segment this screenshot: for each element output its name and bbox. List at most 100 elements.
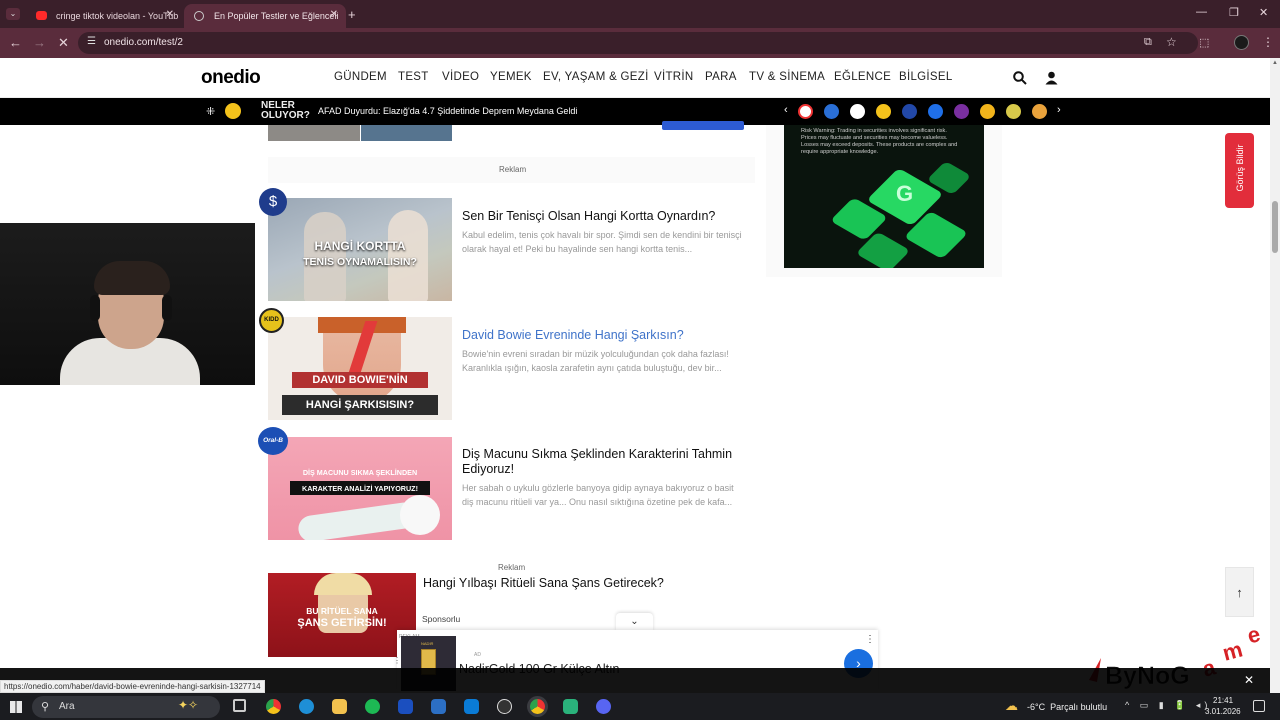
sponsored-title[interactable]: Hangi Yılbaşı Ritüeli Sana Şans Getirece… (423, 576, 664, 591)
menu-test[interactable]: TEST (398, 71, 429, 83)
sidebar-ad[interactable]: Risk Warning: Trading in securities invo… (784, 125, 984, 268)
search-icon[interactable] (1013, 71, 1027, 85)
brand-bubble-icon[interactable] (876, 104, 891, 119)
close-tab-icon[interactable]: ✕ (330, 9, 338, 20)
forward-icon[interactable]: → (33, 35, 46, 50)
scroll-thumb[interactable] (1272, 201, 1278, 253)
address-bar[interactable]: ☰ onedio.com/test/2 (78, 32, 1198, 54)
brand-badge-icon[interactable]: KIDD (259, 308, 284, 333)
brand-bubble-icon[interactable] (1032, 104, 1047, 119)
menu-yemek[interactable]: YEMEK (490, 71, 532, 83)
grid-menu-icon[interactable]: ⁜ (206, 105, 215, 118)
address-toolbar: ← → ✕ ☰ onedio.com/test/2 ⧉ ☆ ⬚ ⋮ (0, 28, 1280, 58)
quiz-title[interactable]: Sen Bir Tenisçi Olsan Hangi Kortta Oynar… (462, 209, 715, 224)
task-view-icon[interactable] (233, 699, 246, 712)
app-icon[interactable] (398, 699, 413, 714)
site-logo[interactable]: onedio (201, 67, 261, 89)
brand-bubble-icon[interactable] (954, 104, 969, 119)
quiz-title[interactable]: David Bowie Evreninde Hangi Şarkısın? (462, 328, 684, 343)
scroll-up-icon[interactable]: ▲ (1272, 60, 1278, 66)
sponsored-thumbnail[interactable]: BU RİTÜEL SANA ŞANS GETİRSİN! (268, 573, 416, 657)
profile-avatar[interactable] (1234, 35, 1249, 50)
close-tab-icon[interactable]: ✕ (166, 9, 174, 20)
chrome-icon[interactable] (266, 699, 281, 714)
brand-bubble-icon[interactable] (928, 104, 943, 119)
menu-tv-sinema[interactable]: TV & SİNEMA (749, 71, 825, 83)
tray-icons[interactable]: ^ ▭ ▮ 🔋 ◂) (1125, 700, 1211, 711)
scroll-to-top-button[interactable]: ↑ (1225, 567, 1254, 617)
ticker-next-icon[interactable]: › (1057, 104, 1061, 116)
restore-icon[interactable]: ❐ (1229, 6, 1239, 19)
tab-search-icon[interactable]: ⌄ (6, 8, 20, 20)
brand-bubble-icon[interactable] (850, 104, 865, 119)
ticker-prev-icon[interactable]: ‹ (784, 104, 788, 116)
taskbar-search-placeholder: Ara (59, 701, 75, 712)
app-icon[interactable] (431, 699, 446, 714)
menu-bilgisel[interactable]: BİLGİSEL (899, 71, 953, 83)
quiz-thumbnail[interactable]: DAVID BOWIE'NİN HANGİ ŞARKISISIN? (268, 317, 452, 420)
app-icon[interactable] (563, 699, 578, 714)
brand-badge-icon[interactable]: Oral-B (258, 427, 288, 455)
menu-vitrin[interactable]: VİTRİN (654, 71, 694, 83)
quiz-card[interactable]: DAVID BOWIE'NİN HANGİ ŞARKISISIN? David … (268, 317, 755, 422)
menu-eglence[interactable]: EĞLENCE (834, 71, 891, 83)
app-icon[interactable] (464, 699, 479, 714)
reklam-label: Reklam (499, 165, 527, 174)
quiz-thumbnail[interactable]: HANGİ KORTTA TENİS OYNAMALISIN? (268, 198, 452, 301)
quiz-card[interactable]: HANGİ KORTTA TENİS OYNAMALISIN? Sen Bir … (268, 198, 755, 303)
new-tab-button[interactable]: + (348, 7, 356, 22)
brand-bubble-icon[interactable] (980, 104, 995, 119)
quiz-thumbnail[interactable]: DİŞ MACUNU SIKMA ŞEKLİNDEN KARAKTER ANAL… (268, 437, 452, 540)
windows-start-icon[interactable] (10, 701, 22, 713)
brand-bubble-icon[interactable] (902, 104, 917, 119)
brand-bubble-icon[interactable] (1006, 104, 1021, 119)
ticker-label: NELER OLUYOR? (261, 100, 310, 121)
menu-para[interactable]: PARA (705, 71, 737, 83)
install-app-icon[interactable]: ⧉ (1144, 36, 1152, 49)
user-icon[interactable] (1045, 71, 1058, 85)
brand-badge-icon[interactable]: $ (259, 188, 287, 216)
menu-video[interactable]: VİDEO (442, 71, 479, 83)
youtube-icon (36, 11, 47, 20)
menu-dots-icon[interactable]: ⋮ (1262, 35, 1274, 49)
browser-tab-bar: ⌄ cringe tiktok videolan - YouTub ✕ En P… (0, 0, 1280, 28)
stop-icon[interactable]: ✕ (58, 35, 69, 51)
news-ticker: ⁜ NELER OLUYOR? AFAD Duyurdu: Elazığ'da … (0, 98, 1270, 125)
remnant-button[interactable] (662, 121, 744, 130)
edge-icon[interactable] (299, 699, 314, 714)
tab-youtube[interactable]: cringe tiktok videolan - YouTub ✕ (26, 4, 182, 28)
brand-bubble-icon[interactable] (824, 104, 839, 119)
weather-text[interactable]: -6°C Parçalı bulutlu (1027, 702, 1107, 712)
taskbar-search[interactable]: ⚲ Ara ✦✧ (32, 696, 220, 718)
obs-icon[interactable] (497, 699, 512, 714)
brand-bubble-icon[interactable] (798, 104, 813, 119)
close-overlay-icon[interactable]: ✕ (1244, 673, 1254, 687)
chrome-icon[interactable] (530, 699, 545, 714)
ad-drag-handle-icon[interactable]: ⋮ (393, 656, 401, 665)
folder-icon[interactable] (332, 699, 347, 714)
site-info-icon[interactable]: ☰ (87, 36, 96, 47)
notification-icon[interactable] (1253, 700, 1265, 712)
quiz-title[interactable]: Diş Macunu Sıkma Şeklinden Karakterini T… (462, 447, 747, 477)
page-scrollbar[interactable]: ▲ (1270, 58, 1280, 693)
minimize-icon[interactable]: — (1196, 6, 1207, 18)
quiz-card[interactable]: DİŞ MACUNU SIKMA ŞEKLİNDEN KARAKTER ANAL… (268, 437, 755, 540)
back-icon[interactable]: ← (9, 35, 22, 50)
spotify-icon[interactable] (365, 699, 380, 714)
menu-gundem[interactable]: GÜNDEM (334, 71, 387, 83)
status-url: https://onedio.com/haber/david-bowie-evr… (0, 680, 265, 693)
streamer-hair (94, 261, 170, 295)
extensions-icon[interactable]: ⬚ (1199, 36, 1209, 49)
close-window-icon[interactable]: ✕ (1259, 6, 1268, 19)
weather-icon[interactable]: ☁ (1005, 698, 1018, 714)
clock-time[interactable]: 21:41 (1213, 696, 1233, 705)
feedback-button[interactable]: Görüş Bildir (1225, 133, 1254, 208)
collapse-ad-button[interactable]: ⌄ (616, 613, 653, 631)
clock-date[interactable]: 3.01.2026 (1205, 707, 1241, 716)
tab-onedio[interactable]: En Popüler Testler ve Eğlenceli ✕ (184, 4, 346, 28)
menu-ev-yasam-gezi[interactable]: EV, YAŞAM & GEZİ (543, 71, 649, 83)
ad-more-icon[interactable]: ⋮ (865, 634, 875, 645)
ticker-headline[interactable]: AFAD Duyurdu: Elazığ'da 4.7 Şiddetinde D… (318, 106, 577, 116)
discord-icon[interactable] (596, 699, 611, 714)
bookmark-star-icon[interactable]: ☆ (1166, 35, 1177, 49)
